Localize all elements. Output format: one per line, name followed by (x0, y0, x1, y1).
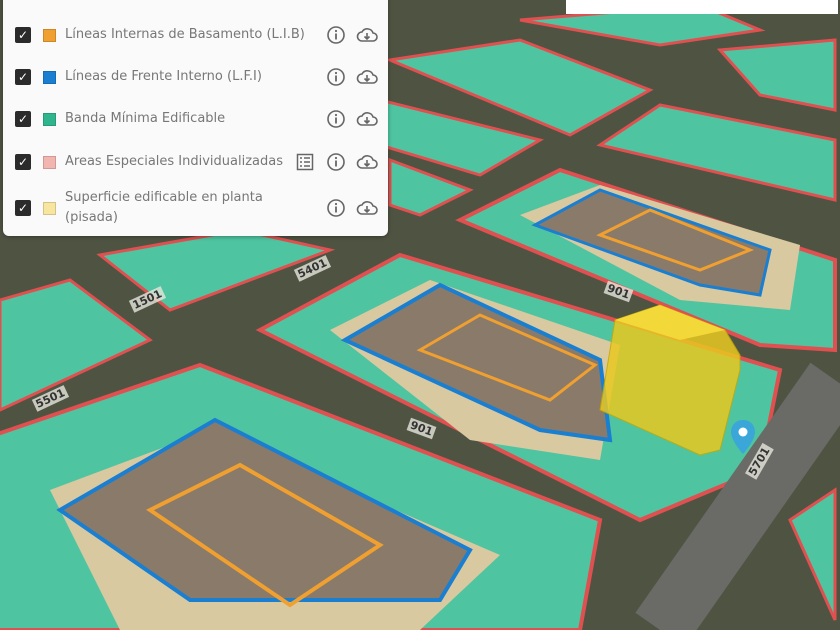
layer-checkbox[interactable]: ✓ (15, 154, 31, 170)
location-pin-icon[interactable] (731, 420, 755, 458)
layer-legend-panel: ✓ Líneas Internas de Basamento (L.I.B) ✓… (3, 0, 388, 236)
table-icon[interactable] (294, 151, 316, 173)
layer-label: Líneas Internas de Basamento (L.I.B) (65, 27, 305, 42)
legend-layer-row: ✓ Areas Especiales Individualizadas (15, 151, 378, 173)
info-icon[interactable] (325, 197, 347, 219)
info-icon[interactable] (325, 66, 347, 88)
layer-checkbox[interactable]: ✓ (15, 111, 31, 127)
legend-layer-row: ✓ Líneas Internas de Basamento (L.I.B) (15, 24, 378, 46)
cloud-download-icon[interactable] (356, 66, 378, 88)
legend-layer-row: ✓ Superficie edificable en planta (pisad… (15, 188, 378, 228)
cloud-download-icon[interactable] (356, 24, 378, 46)
layer-label: Areas Especiales Individualizadas (65, 154, 284, 169)
layer-color-swatch (43, 201, 56, 215)
legend-layer-row: ✓ Líneas de Frente Interno (L.F.I) (15, 66, 378, 88)
layer-checkbox[interactable]: ✓ (15, 27, 31, 43)
cloud-download-icon[interactable] (356, 151, 378, 173)
info-icon[interactable] (325, 151, 347, 173)
legend-layer-row: ✓ Banda Mínima Edificable (15, 108, 378, 130)
cloud-download-icon[interactable] (356, 108, 378, 130)
layer-checkbox[interactable]: ✓ (15, 200, 31, 216)
layer-color-swatch (43, 70, 56, 84)
layer-label: Superficie edificable en planta (pisada) (65, 190, 263, 225)
layer-color-swatch (43, 155, 56, 169)
layer-color-swatch (43, 28, 56, 42)
layer-label: Líneas de Frente Interno (L.F.I) (65, 69, 262, 84)
layer-checkbox[interactable]: ✓ (15, 69, 31, 85)
info-icon[interactable] (325, 24, 347, 46)
layer-color-swatch (43, 112, 56, 126)
cloud-download-icon[interactable] (356, 197, 378, 219)
info-icon[interactable] (325, 108, 347, 130)
layer-label: Banda Mínima Edificable (65, 111, 226, 126)
search-box[interactable] (566, 0, 838, 14)
